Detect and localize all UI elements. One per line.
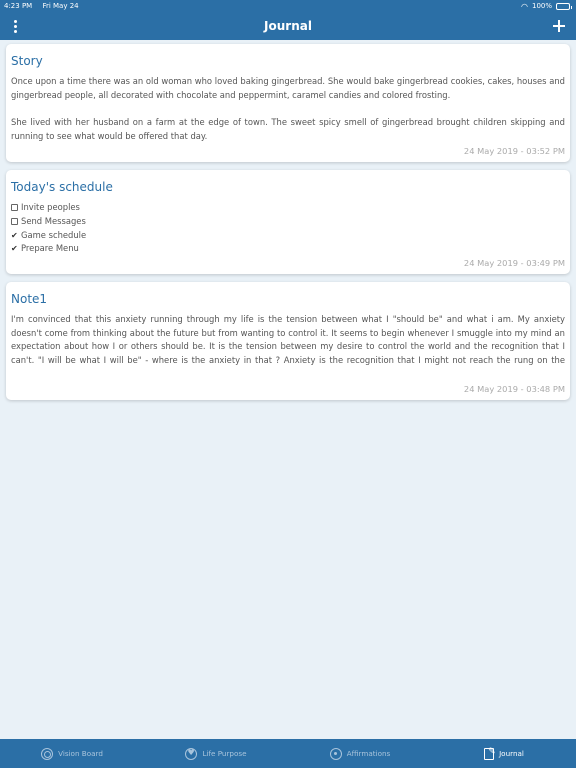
wifi-icon: ◠	[521, 1, 528, 11]
journal-entry-schedule[interactable]: Today's schedule Invite peoples Send Mes…	[6, 170, 570, 274]
tab-affirmations[interactable]: Affirmations	[288, 739, 432, 768]
battery-icon	[556, 2, 572, 10]
unchecked-box-icon[interactable]	[11, 218, 18, 226]
tab-label: Affirmations	[346, 749, 391, 758]
entry-paragraph: Once upon a time there was an old woman …	[11, 76, 565, 100]
entry-text: I'm convinced that this anxiety running …	[11, 314, 565, 366]
tab-label: Life Purpose	[202, 749, 247, 758]
checkmark-icon[interactable]: ✔	[11, 242, 18, 256]
tab-bar: Vision Board Life Purpose Affirmations J…	[0, 739, 576, 768]
heart-icon	[185, 747, 198, 760]
entry-title: Story	[11, 54, 43, 68]
tab-label: Journal	[499, 749, 524, 758]
add-entry-button[interactable]	[552, 17, 566, 35]
checklist-item: Invite peoples	[11, 201, 565, 215]
entry-date: 24 May 2019 - 03:52 PM	[463, 146, 565, 156]
checklist-label: Invite peoples	[21, 202, 80, 212]
tab-life-purpose[interactable]: Life Purpose	[144, 739, 288, 768]
battery-percent: 100%	[531, 2, 552, 10]
checklist-label: Send Messages	[21, 215, 86, 226]
checklist-item: Send Messages	[11, 215, 565, 229]
checklist-item: ✔ Game schedule	[11, 229, 565, 243]
journal-entry-story[interactable]: Story Once upon a time there was an old …	[6, 44, 570, 162]
entry-title: Today's schedule	[11, 180, 113, 194]
tab-vision-board[interactable]: Vision Board	[0, 739, 144, 768]
status-bar: 4:23 PM Fri May 24 ◠ 100%	[0, 0, 576, 12]
checklist-label: Game schedule	[21, 229, 87, 240]
checklist-label: Prepare Menu	[21, 243, 79, 254]
checkmark-icon[interactable]: ✔	[11, 229, 18, 243]
tab-label: Vision Board	[58, 749, 103, 758]
page-title: Journal	[264, 19, 312, 33]
status-date: Fri May 24	[42, 2, 79, 10]
tab-journal[interactable]: Journal	[432, 739, 576, 768]
entry-date: 24 May 2019 - 03:48 PM	[463, 384, 565, 394]
entry-date: 24 May 2019 - 03:49 PM	[463, 258, 565, 268]
entry-title: Note1	[11, 292, 48, 306]
journal-entry-note1[interactable]: Note1 I'm convinced that this anxiety ru…	[6, 282, 570, 400]
checklist: Invite peoples Send Messages ✔ Game sche…	[11, 201, 565, 256]
status-time: 4:23 PM	[4, 2, 33, 10]
affirmations-icon	[329, 747, 342, 760]
entry-paragraph: She lived with her husband on a farm at …	[11, 117, 565, 141]
journal-icon	[484, 747, 496, 760]
navigation-bar: Journal	[0, 12, 576, 40]
unchecked-box-icon[interactable]	[11, 204, 18, 212]
vision-board-icon	[41, 747, 54, 760]
checklist-item: ✔ Prepare Menu	[11, 242, 565, 256]
